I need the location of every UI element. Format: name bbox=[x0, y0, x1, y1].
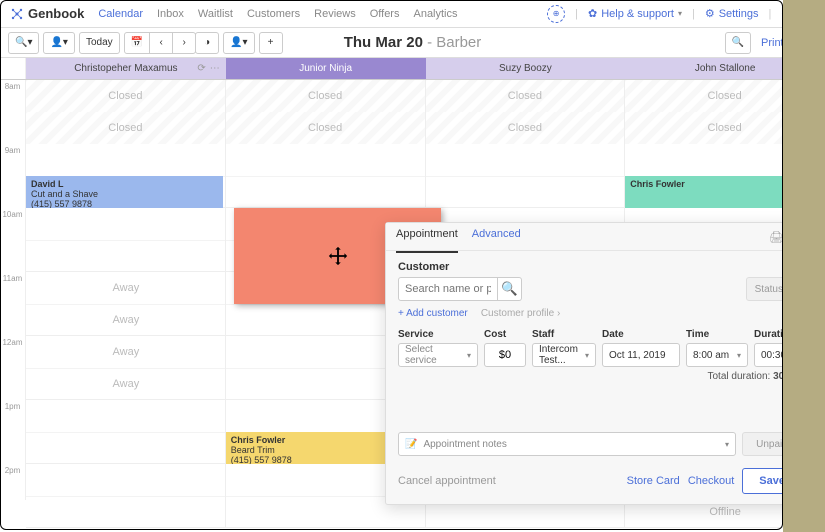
calendar-cell[interactable] bbox=[426, 144, 626, 207]
calendar-cell[interactable] bbox=[26, 464, 226, 527]
customer-profile-link[interactable]: Customer profile › bbox=[481, 308, 560, 319]
calendar-cell[interactable] bbox=[26, 400, 226, 463]
customer-label: Customer bbox=[398, 261, 802, 273]
calendar-cell[interactable]: ClosedClosed bbox=[226, 80, 426, 143]
customer-search-input[interactable] bbox=[398, 277, 498, 301]
nav-offers[interactable]: Offers bbox=[370, 8, 400, 20]
staff-select[interactable]: Intercom Test...▾ bbox=[532, 343, 596, 367]
settings-link[interactable]: ⚙ Settings bbox=[705, 7, 759, 20]
calendar-cell[interactable]: ClosedClosed bbox=[426, 80, 626, 143]
appointment-popover: Appointment Advanced 🖨 ✕ Customer 🔍 Stat… bbox=[385, 222, 815, 505]
refresh-icon[interactable]: ⟳ bbox=[197, 63, 205, 74]
service-label: Service bbox=[398, 329, 478, 340]
appointment-event[interactable]: David L Cut and a Shave (415) 557 9878 bbox=[26, 176, 223, 208]
today-button[interactable]: Today bbox=[79, 32, 120, 54]
add-button[interactable]: + bbox=[259, 32, 283, 54]
separator: | bbox=[575, 8, 578, 20]
note-icon: 📝 bbox=[405, 439, 417, 450]
date-input[interactable]: Oct 11, 2019 bbox=[602, 343, 680, 367]
chevron-down-icon: ▾ bbox=[678, 9, 682, 18]
cost-label: Cost bbox=[484, 329, 526, 340]
zoom-button[interactable]: 🔍▾ bbox=[8, 32, 39, 54]
nav-waitlist[interactable]: Waitlist bbox=[198, 8, 233, 20]
calendar-cell[interactable] bbox=[226, 144, 426, 207]
help-icon: ✿ bbox=[588, 7, 597, 20]
prev-button[interactable]: ‹ bbox=[149, 32, 173, 54]
search-button[interactable]: 🔍 bbox=[725, 32, 751, 54]
gear-icon: ⚙ bbox=[705, 7, 715, 20]
filter-button[interactable]: 👤▾ bbox=[223, 32, 254, 54]
right-sidebar-strip bbox=[783, 0, 825, 532]
move-icon bbox=[327, 245, 349, 267]
print-link[interactable]: Print bbox=[761, 37, 784, 49]
time-select[interactable]: 8:00 am▾ bbox=[686, 343, 748, 367]
time-label: 12am bbox=[0, 336, 25, 400]
time-label: 10am bbox=[0, 208, 25, 272]
nav-inbox[interactable]: Inbox bbox=[157, 8, 184, 20]
time-label: 8am bbox=[0, 80, 25, 144]
store-card-link[interactable]: Store Card bbox=[627, 475, 680, 487]
staff-header[interactable]: Junior Ninja bbox=[226, 58, 426, 79]
globe-icon[interactable]: ⊕ bbox=[547, 5, 565, 23]
total-duration: Total duration: 30min bbox=[398, 371, 802, 382]
time-label: 9am bbox=[0, 144, 25, 208]
next-button[interactable]: › bbox=[172, 32, 196, 54]
nav-customers[interactable]: Customers bbox=[247, 8, 300, 20]
nav-analytics[interactable]: Analytics bbox=[413, 8, 457, 20]
calendar-cell[interactable]: ClosedClosed bbox=[26, 80, 226, 143]
search-icon[interactable]: 🔍 bbox=[498, 277, 522, 301]
add-person-button[interactable]: 👤▾ bbox=[43, 32, 74, 54]
brand-name: Genbook bbox=[28, 6, 84, 21]
page-title: Thu Mar 20 - Barber bbox=[344, 34, 482, 51]
separator: | bbox=[692, 8, 695, 20]
separator: | bbox=[768, 8, 771, 20]
time-label: 1pm bbox=[0, 400, 25, 464]
calendar-cell[interactable] bbox=[26, 208, 226, 271]
add-customer-link[interactable]: + Add customer bbox=[398, 308, 468, 319]
notes-input[interactable]: 📝Appointment notes ▾ bbox=[398, 432, 736, 456]
time-label: 2pm bbox=[0, 464, 25, 528]
nav-calendar[interactable]: Calendar bbox=[98, 8, 143, 20]
cost-input[interactable] bbox=[484, 343, 526, 367]
more-icon[interactable]: ⋯ bbox=[210, 63, 220, 74]
print-icon[interactable]: 🖨 bbox=[769, 230, 784, 244]
calendar-picker-button[interactable]: 📅 bbox=[124, 32, 150, 54]
tab-advanced[interactable]: Advanced bbox=[472, 228, 521, 246]
brand-logo[interactable]: Genbook bbox=[10, 6, 84, 21]
nav-reviews[interactable]: Reviews bbox=[314, 8, 356, 20]
date-label: Date bbox=[602, 329, 680, 340]
tab-appointment[interactable]: Appointment bbox=[396, 228, 458, 253]
view-mode-button[interactable]: ◑ bbox=[195, 32, 219, 54]
cancel-appointment-link[interactable]: Cancel appointment bbox=[398, 475, 496, 487]
time-label: 11am bbox=[0, 272, 25, 336]
staff-header[interactable]: Suzy Boozy bbox=[426, 58, 626, 79]
staff-header[interactable]: Christopeher Maxamus ⟳⋯ bbox=[26, 58, 226, 79]
checkout-link[interactable]: Checkout bbox=[688, 475, 734, 487]
time-label: Time bbox=[686, 329, 748, 340]
service-select[interactable]: Select service▾ bbox=[398, 343, 478, 367]
logo-icon bbox=[10, 7, 24, 21]
help-support-link[interactable]: ✿ Help & support ▾ bbox=[588, 7, 682, 20]
staff-label: Staff bbox=[532, 329, 596, 340]
